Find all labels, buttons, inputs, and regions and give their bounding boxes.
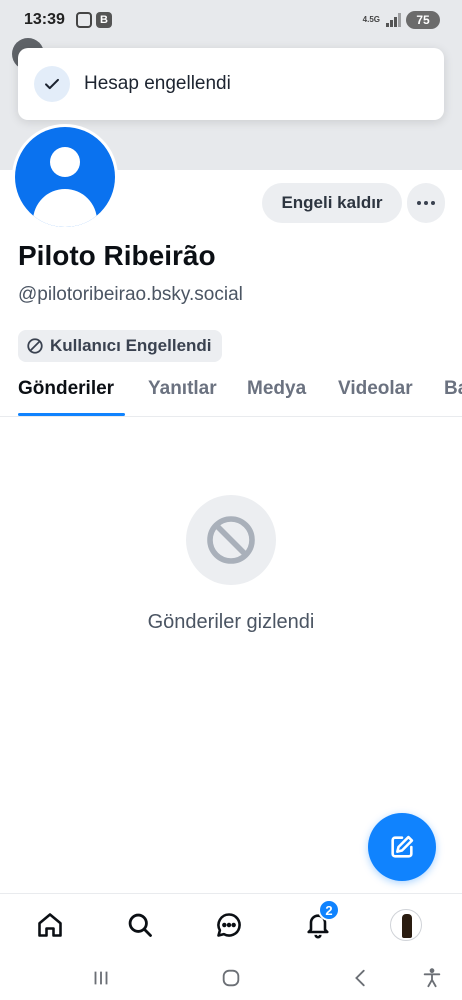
default-avatar-icon <box>15 127 115 227</box>
recent-apps-button[interactable] <box>86 963 116 993</box>
back-system-button[interactable] <box>346 963 376 993</box>
blocked-badge: Kullanıcı Engellendi <box>18 330 222 362</box>
ban-icon <box>186 495 276 585</box>
search-icon <box>128 913 152 937</box>
more-options-button[interactable] <box>407 183 445 223</box>
ban-icon <box>27 338 43 354</box>
status-bar: 13:39 B 4.5G 75 <box>0 0 462 42</box>
check-icon <box>34 66 70 102</box>
battery-indicator: 75 <box>406 11 440 29</box>
status-time: 13:39 <box>24 11 65 28</box>
tab-videos[interactable]: Videolar <box>338 378 413 400</box>
tab-posts[interactable]: Gönderiler <box>18 378 114 400</box>
toast-notification: Hesap engellendi <box>18 48 444 120</box>
toast-message: Hesap engellendi <box>84 73 231 94</box>
compose-icon <box>391 835 414 858</box>
blocked-badge-label: Kullanıcı Engellendi <box>50 336 212 355</box>
ellipsis-icon <box>417 201 421 205</box>
nav-notifications[interactable]: 2 <box>301 899 340 942</box>
empty-state-message: Gönderiler gizlendi <box>147 611 315 633</box>
profile-handle: @pilotoribeirao.bsky.social <box>18 284 243 305</box>
unblock-button[interactable]: Engeli kaldır <box>262 183 402 223</box>
chat-icon <box>217 913 241 937</box>
profile-avatar-icon <box>390 909 422 941</box>
profile-tabs: Gönderiler Yanıtlar Medya Videolar Ba <box>0 370 462 417</box>
profile-avatar[interactable] <box>12 124 118 230</box>
screenshot-icon <box>76 12 92 28</box>
tab-more[interactable]: Ba <box>444 378 462 400</box>
system-navigation-bar <box>0 955 462 1000</box>
display-name: Piloto Ribeirão <box>18 240 216 271</box>
bottom-navigation: 2 <box>0 893 462 955</box>
recent-apps-icon <box>94 971 108 985</box>
network-type: 4.5G <box>362 15 380 24</box>
tab-media[interactable]: Medya <box>247 378 306 400</box>
signal-icon <box>386 13 401 27</box>
nav-home[interactable] <box>33 908 67 942</box>
home-system-button[interactable] <box>216 963 246 993</box>
home-circle-icon <box>222 969 240 987</box>
active-tab-indicator <box>18 413 125 416</box>
notification-badge: 2 <box>318 899 340 921</box>
accessibility-icon <box>423 968 441 988</box>
compose-button[interactable] <box>368 813 436 881</box>
app-notification-icon: B <box>96 12 112 28</box>
home-icon <box>38 913 62 937</box>
tab-replies[interactable]: Yanıtlar <box>148 378 217 400</box>
chevron-left-icon <box>355 969 365 987</box>
nav-chat[interactable] <box>212 908 246 942</box>
nav-search[interactable] <box>123 908 157 942</box>
accessibility-button[interactable] <box>417 963 447 993</box>
nav-profile[interactable] <box>389 908 423 942</box>
